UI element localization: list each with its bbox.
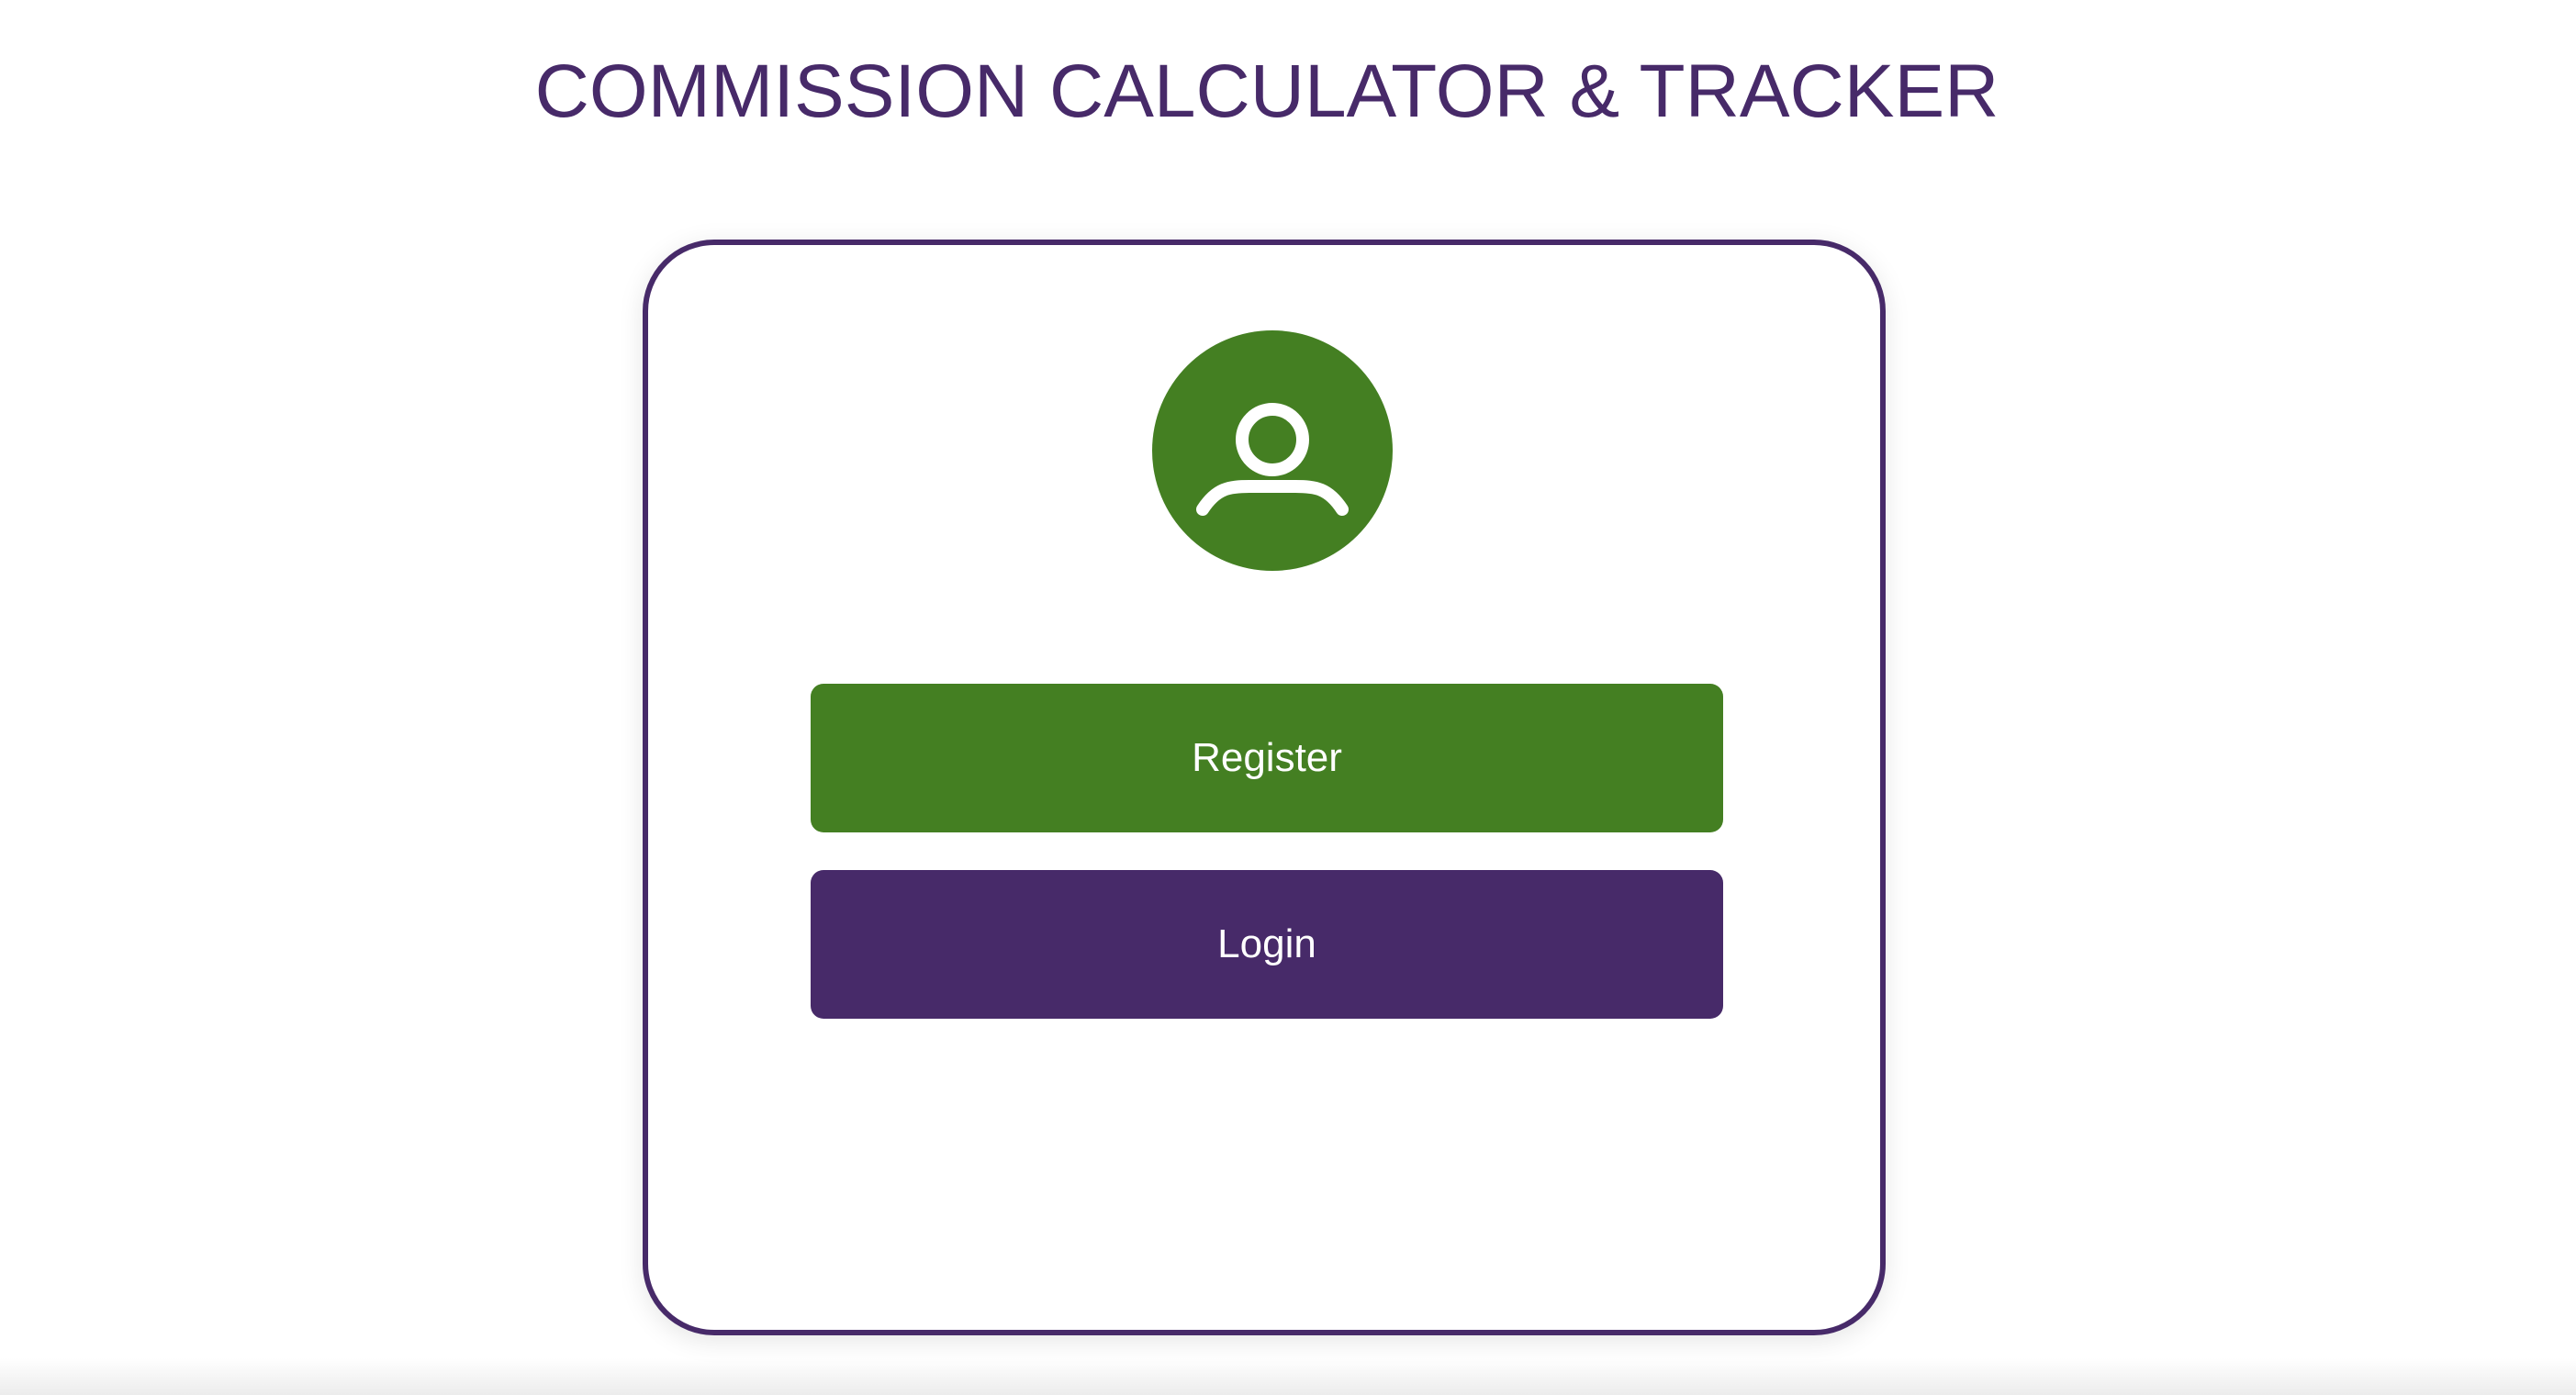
- register-button[interactable]: Register: [811, 684, 1723, 832]
- login-button[interactable]: Login: [811, 870, 1723, 1019]
- bottom-edge-shade: [0, 1358, 2576, 1395]
- landing-page: COMMISSION CALCULATOR & TRACKER Register…: [0, 0, 2576, 1395]
- user-icon: [1196, 403, 1349, 516]
- page-title: COMMISSION CALCULATOR & TRACKER: [534, 50, 1999, 133]
- auth-card: Register Login: [643, 240, 1886, 1335]
- avatar: [1152, 330, 1393, 571]
